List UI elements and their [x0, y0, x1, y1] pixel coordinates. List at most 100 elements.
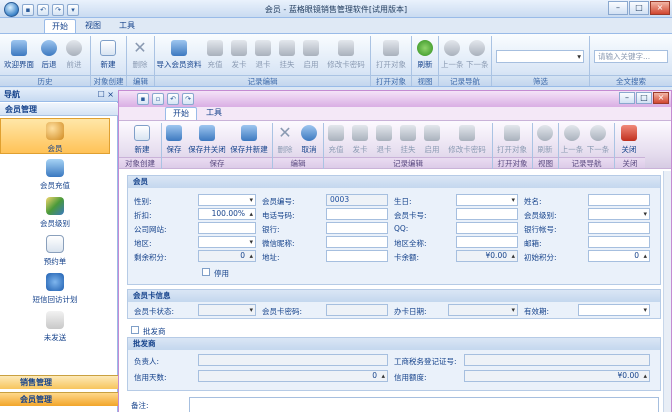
new-icon[interactable]: ▫	[152, 93, 164, 105]
pane-controls[interactable]: ☐ ×	[98, 88, 114, 102]
credit-days-field[interactable]: 0 ▴	[198, 370, 388, 382]
child-save-button[interactable]: 保存	[163, 125, 185, 155]
next-record-button[interactable]: 下一条	[466, 40, 489, 70]
redo-icon[interactable]: ↷	[182, 93, 194, 105]
child-save-close-button[interactable]: 保存并关闭	[187, 125, 227, 155]
import-member-button[interactable]: 导入会员资料	[156, 40, 202, 70]
prev-record-button[interactable]: 上一条	[441, 40, 464, 70]
child-tab-start[interactable]: 开始	[165, 107, 197, 120]
back-button[interactable]: 后退	[37, 40, 61, 70]
chevron-down-icon: ▾	[511, 196, 515, 204]
child-change-password-button[interactable]: 修改卡密码	[445, 125, 489, 155]
search-input[interactable]: 请输入关键字...	[594, 50, 668, 63]
change-card-password-button[interactable]: 修改卡密码	[324, 40, 368, 70]
child-recharge-button[interactable]: 充值	[325, 125, 347, 155]
nav-item-recharge[interactable]: 会员充值	[0, 156, 110, 192]
nav-group-sales[interactable]: 销售管理	[0, 375, 118, 389]
child-delete-button[interactable]: ✕ 删除	[274, 125, 296, 155]
bank-field[interactable]	[326, 222, 388, 234]
child-open-object-button[interactable]: 打开对象	[495, 125, 529, 155]
close-button[interactable]: ×	[650, 1, 670, 15]
form-scrollbar[interactable]	[663, 171, 671, 412]
return-card-button[interactable]: 退卡	[252, 40, 274, 70]
minimize-button[interactable]: –	[608, 1, 628, 15]
group-open-object: 打开对象	[371, 75, 411, 86]
nav-item-unsent[interactable]: 未发送	[0, 308, 110, 344]
delete-button[interactable]: ✕ 删除	[128, 40, 152, 70]
credit-limit-field[interactable]: ¥0.00 ▴	[464, 370, 650, 382]
child-refresh-button[interactable]: 刷新	[534, 125, 556, 155]
child-minimize-button[interactable]: –	[619, 92, 635, 104]
child-tab-tools[interactable]: 工具	[199, 107, 229, 120]
card-no-field[interactable]	[456, 208, 518, 220]
child-save-new-button[interactable]: 保存并新建	[229, 125, 269, 155]
wechat-field[interactable]	[326, 236, 388, 248]
undo-icon[interactable]: ↶	[167, 93, 179, 105]
name-field[interactable]	[588, 194, 650, 206]
phone-field[interactable]	[326, 208, 388, 220]
maximize-button[interactable]: □	[629, 1, 649, 15]
report-loss-button[interactable]: 挂失	[276, 40, 298, 70]
label-birthday: 生日:	[394, 197, 412, 206]
section-member-title: 会员	[128, 176, 660, 188]
child-cancel-button[interactable]: 取消	[298, 125, 320, 155]
bank-account-field[interactable]	[588, 222, 650, 234]
points-field[interactable]: 0 ▴	[198, 250, 256, 262]
save-icon[interactable]: ▪	[137, 93, 149, 105]
discount-field[interactable]: 100.00% ▴	[198, 208, 256, 220]
contact-field[interactable]	[198, 354, 388, 366]
child-new-button[interactable]: 新建	[129, 125, 155, 155]
tab-start[interactable]: 开始	[44, 19, 76, 33]
new-button[interactable]: 新建	[94, 40, 122, 70]
initial-points-field[interactable]: 0 ▴	[588, 250, 650, 262]
refresh-button[interactable]: 刷新	[413, 40, 437, 70]
remark-field[interactable]	[189, 397, 659, 412]
group-filter: 筛选	[492, 75, 589, 86]
card-password-field[interactable]	[326, 304, 388, 316]
email-field[interactable]	[588, 236, 650, 248]
child-close-form-button[interactable]: 关闭	[617, 125, 641, 155]
balance-field[interactable]: ¥0.00 ▴	[456, 250, 518, 262]
level-select[interactable]: ▾	[588, 208, 650, 220]
issue-card-button[interactable]: 发卡	[228, 40, 250, 70]
nav-group-member[interactable]: 会员管理	[0, 392, 118, 406]
region-select[interactable]: ▾	[198, 236, 256, 248]
card-date-field[interactable]: ▾	[448, 304, 518, 316]
tab-view[interactable]: 视图	[78, 19, 108, 33]
tab-tools[interactable]: 工具	[112, 19, 142, 33]
child-close-button[interactable]: ×	[653, 92, 669, 104]
website-field[interactable]	[198, 222, 256, 234]
nav-group-member-header[interactable]: 会员管理	[0, 103, 118, 116]
card-status-select[interactable]: ▾	[198, 304, 256, 316]
child-report-loss-button[interactable]: 挂失	[397, 125, 419, 155]
child-prev-record-button[interactable]: 上一条	[560, 125, 584, 155]
birthday-field[interactable]: ▾	[456, 194, 518, 206]
child-return-card-button[interactable]: 退卡	[373, 125, 395, 155]
card-icon	[231, 40, 247, 56]
disabled-checkbox[interactable]	[202, 268, 210, 276]
member-no-field[interactable]: 0003	[326, 194, 388, 206]
validity-field[interactable]: ▾	[578, 304, 650, 316]
open-object-button[interactable]: 打开对象	[374, 40, 408, 70]
welcome-button[interactable]: 欢迎界面	[3, 40, 35, 70]
child-enable-button[interactable]: 启用	[421, 125, 443, 155]
tax-no-field[interactable]	[464, 354, 650, 366]
region-full-field[interactable]	[456, 236, 518, 248]
nav-item-appointment[interactable]: 预约单	[0, 232, 110, 268]
nav-item-member[interactable]: 会员	[0, 118, 110, 154]
forward-button[interactable]: 前进	[62, 40, 86, 70]
nav-item-level[interactable]: 会员级别	[0, 194, 110, 230]
wholesale-checkbox[interactable]	[131, 326, 139, 334]
qq-field[interactable]	[456, 222, 518, 234]
enable-button[interactable]: 启用	[300, 40, 322, 70]
group-history: 历史	[0, 75, 90, 86]
child-maximize-button[interactable]: □	[636, 92, 652, 104]
address-field[interactable]	[326, 250, 388, 262]
gender-select[interactable]: ▾	[198, 194, 256, 206]
nav-item-sms-plan[interactable]: 短信回访计划	[0, 270, 110, 306]
group-search: 全文搜索	[590, 75, 672, 86]
child-issue-card-button[interactable]: 发卡	[349, 125, 371, 155]
recharge-button[interactable]: 充值	[204, 40, 226, 70]
filter-combo[interactable]: ▾	[496, 50, 584, 63]
child-next-record-button[interactable]: 下一条	[586, 125, 610, 155]
